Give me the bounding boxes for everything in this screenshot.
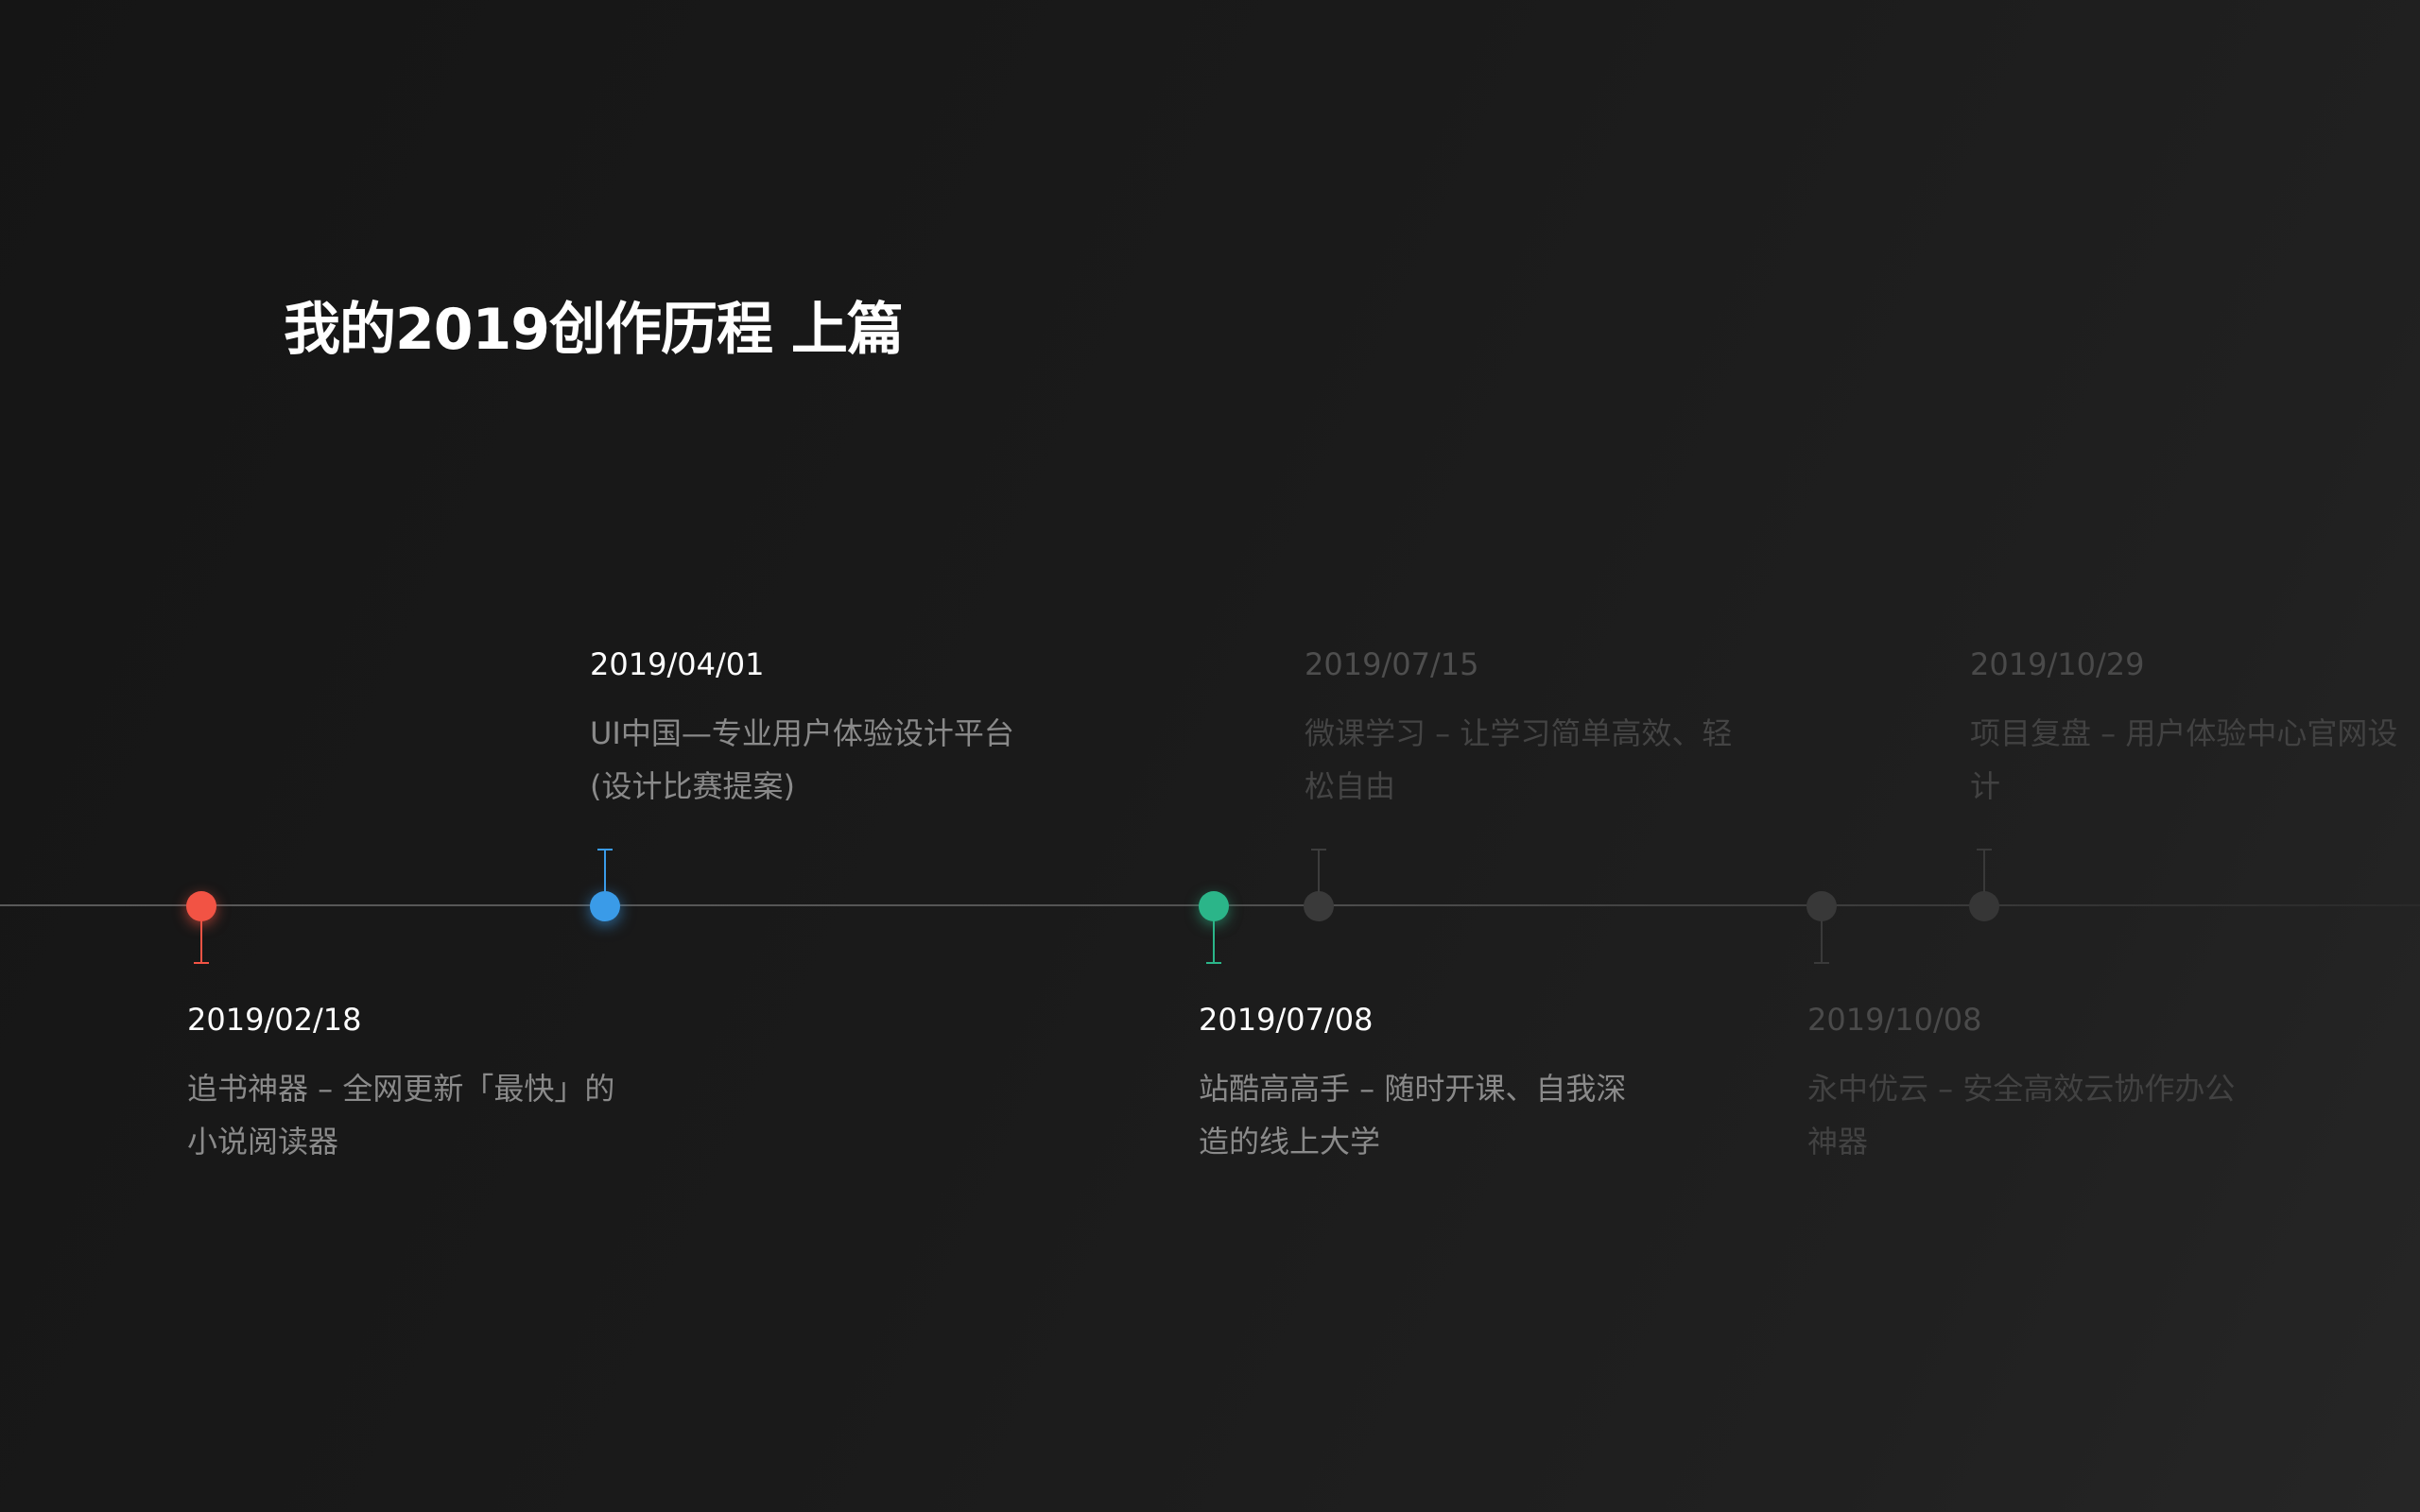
timeline-marker-gray[interactable] xyxy=(1969,891,1999,921)
page-title: 我的2019创作历程 上篇 xyxy=(284,297,904,363)
timeline-page: 我的2019创作历程 上篇 2019/02/18 追书神器 – 全网更新「最快」… xyxy=(0,0,2420,1512)
timeline-stem xyxy=(1983,849,1985,892)
event-description: 永中优云 – 安全高效云协作办公 神器 xyxy=(1807,1062,2252,1168)
timeline-stem-cap xyxy=(1977,849,1992,850)
event-description: UI中国—专业用户体验设计平台 (设计比赛提案) xyxy=(590,707,1034,813)
event-description-line: 松自由 xyxy=(1305,768,1396,804)
event-description-line: 追书神器 – 全网更新「最快」的 xyxy=(187,1071,615,1107)
timeline-stem-cap xyxy=(1311,849,1326,850)
event-description-line: 神器 xyxy=(1807,1124,1869,1160)
event-date: 2019/10/29 xyxy=(1970,646,2145,682)
event-date: 2019/07/08 xyxy=(1199,1002,1374,1038)
event-date: 2019/02/18 xyxy=(187,1002,362,1038)
timeline-stem xyxy=(604,849,606,892)
timeline-stem-cap xyxy=(597,849,613,850)
timeline-marker-gray[interactable] xyxy=(1304,891,1334,921)
timeline-stem-cap xyxy=(1206,962,1221,964)
event-description-line: 站酷高高手 – 随时开课、自我深 xyxy=(1199,1071,1627,1107)
event-description-line: 项目复盘 – 用户体验中心官网设 xyxy=(1970,715,2398,751)
timeline-stem xyxy=(200,920,202,964)
timeline-stem xyxy=(1821,920,1823,964)
event-description-line: (设计比赛提案) xyxy=(590,768,795,804)
event-description: 微课学习 – 让学习简单高效、轻 松自由 xyxy=(1305,707,1749,813)
timeline-marker-gray[interactable] xyxy=(1806,891,1837,921)
timeline-stem-cap xyxy=(194,962,209,964)
event-description: 项目复盘 – 用户体验中心官网设 计 xyxy=(1970,707,2414,813)
timeline-stem xyxy=(1213,920,1215,964)
event-description: 追书神器 – 全网更新「最快」的 小说阅读器 xyxy=(187,1062,631,1168)
event-description: 站酷高高手 – 随时开课、自我深 造的线上大学 xyxy=(1199,1062,1643,1168)
event-description-line: 永中优云 – 安全高效云协作办公 xyxy=(1807,1071,2236,1107)
event-date: 2019/10/08 xyxy=(1807,1002,1982,1038)
timeline-stem xyxy=(1318,849,1320,892)
event-description-line: 微课学习 – 让学习简单高效、轻 xyxy=(1305,715,1733,751)
timeline-marker-blue[interactable] xyxy=(590,891,620,921)
event-date: 2019/07/15 xyxy=(1305,646,1479,682)
event-description-line: 造的线上大学 xyxy=(1199,1124,1381,1160)
event-description-line: UI中国—专业用户体验设计平台 xyxy=(590,715,1014,751)
event-description-line: 计 xyxy=(1970,768,2001,804)
event-description-line: 小说阅读器 xyxy=(187,1124,339,1160)
event-date: 2019/04/01 xyxy=(590,646,765,682)
timeline-marker-green[interactable] xyxy=(1199,891,1229,921)
timeline-marker-red[interactable] xyxy=(186,891,216,921)
timeline-stem-cap xyxy=(1814,962,1829,964)
